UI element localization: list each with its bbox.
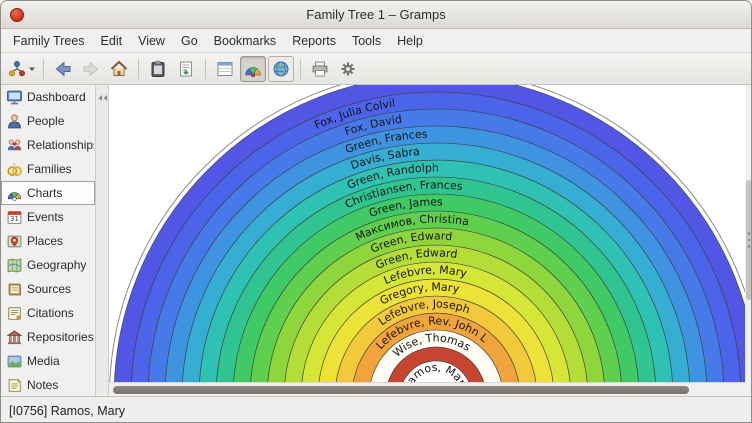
content-area: Dashboard People Relationships Families Char… bbox=[1, 85, 751, 396]
import-button[interactable] bbox=[173, 56, 199, 82]
gramps-window: Family Tree 1 – Gramps Family TreesEditV… bbox=[0, 0, 752, 423]
fan-chart-svg: Wise, ThomasLefebvre, Rev. John LLefebvr… bbox=[109, 85, 745, 382]
families-icon bbox=[6, 161, 23, 178]
menu-family-trees[interactable]: Family Trees bbox=[5, 29, 93, 52]
toolbar-separator bbox=[205, 59, 206, 79]
sidebar-item-families[interactable]: Families bbox=[1, 157, 95, 181]
sidebar-item-repositories[interactable]: Repositories bbox=[1, 325, 95, 349]
sidebar-item-label: Media bbox=[27, 354, 60, 368]
sidebar-item-geography[interactable]: Geography bbox=[1, 253, 95, 277]
sidebar-item-label: People bbox=[27, 114, 64, 128]
citations-icon bbox=[6, 305, 23, 322]
family-trees-button[interactable] bbox=[6, 56, 37, 82]
fan-chart-view: Wise, ThomasLefebvre, Rev. John LLefebvr… bbox=[109, 85, 745, 396]
geography-icon bbox=[6, 257, 23, 274]
vertical-scrollbar[interactable] bbox=[745, 85, 752, 396]
configure-button[interactable] bbox=[335, 56, 361, 82]
sidebar-item-relationships[interactable]: Relationships bbox=[1, 133, 95, 157]
sidebar-item-label: Families bbox=[27, 162, 72, 176]
sidebar-item-places[interactable]: Places bbox=[1, 229, 95, 253]
back-button[interactable] bbox=[50, 56, 76, 82]
sidebar-item-media[interactable]: Media bbox=[1, 349, 95, 373]
fan-chart-view-button[interactable] bbox=[240, 56, 266, 82]
menu-bookmarks[interactable]: Bookmarks bbox=[206, 29, 285, 52]
repositories-icon bbox=[6, 329, 23, 346]
toolbar-separator bbox=[138, 59, 139, 79]
globe-view-button[interactable] bbox=[268, 56, 294, 82]
sidebar-item-notes[interactable]: Notes bbox=[1, 373, 95, 396]
forward-icon bbox=[81, 59, 101, 79]
menu-edit[interactable]: Edit bbox=[93, 29, 131, 52]
sidebar-item-dashboard[interactable]: Dashboard bbox=[1, 85, 95, 109]
home-icon bbox=[109, 59, 129, 79]
sidebar-item-sources[interactable]: Sources bbox=[1, 277, 95, 301]
notes-icon bbox=[6, 377, 23, 394]
svg-text:31: 31 bbox=[10, 215, 19, 223]
sidebar-item-people[interactable]: People bbox=[1, 109, 95, 133]
menu-reports[interactable]: Reports bbox=[284, 29, 344, 52]
events-icon: 31 bbox=[6, 209, 23, 226]
clipboard-icon bbox=[148, 59, 168, 79]
menu-view[interactable]: View bbox=[130, 29, 173, 52]
globe-icon bbox=[271, 59, 291, 79]
list-view-button[interactable] bbox=[212, 56, 238, 82]
gear-icon bbox=[338, 59, 358, 79]
media-icon bbox=[6, 353, 23, 370]
print-button[interactable] bbox=[307, 56, 333, 82]
toolbar-separator bbox=[300, 59, 301, 79]
menubar: Family TreesEditViewGoBookmarksReportsTo… bbox=[1, 29, 751, 53]
places-icon bbox=[6, 233, 23, 250]
splitter-collapse-icon[interactable] bbox=[97, 89, 108, 107]
sidebar-splitter[interactable] bbox=[96, 85, 109, 396]
forward-button[interactable] bbox=[78, 56, 104, 82]
sidebar-item-events[interactable]: 31 Events bbox=[1, 205, 95, 229]
gramps-icon bbox=[7, 59, 27, 79]
sidebar-item-label: Charts bbox=[27, 186, 62, 200]
dashboard-icon bbox=[6, 89, 23, 106]
menu-tools[interactable]: Tools bbox=[344, 29, 389, 52]
print-icon bbox=[310, 59, 330, 79]
sidebar-item-label: Events bbox=[27, 210, 64, 224]
horizontal-scrollbar[interactable] bbox=[109, 382, 745, 396]
paste-icon bbox=[176, 59, 196, 79]
sidebar-item-label: Citations bbox=[27, 306, 74, 320]
window-title: Family Tree 1 – Gramps bbox=[306, 7, 445, 22]
sidebar-item-label: Notes bbox=[27, 378, 58, 392]
list-view-icon bbox=[215, 59, 235, 79]
caret-down-icon bbox=[28, 65, 36, 73]
sidebar-item-label: Sources bbox=[27, 282, 71, 296]
sidebar-item-label: Places bbox=[27, 234, 63, 248]
sources-icon bbox=[6, 281, 23, 298]
fan-chart-icon bbox=[243, 59, 263, 79]
horizontal-scrollbar-thumb[interactable] bbox=[113, 386, 689, 394]
menu-go[interactable]: Go bbox=[173, 29, 206, 52]
vertical-scrollbar-thumb[interactable] bbox=[746, 180, 752, 300]
back-icon bbox=[53, 59, 73, 79]
home-button[interactable] bbox=[106, 56, 132, 82]
clipboard-button[interactable] bbox=[145, 56, 171, 82]
charts-icon bbox=[6, 185, 23, 202]
toolbar-separator bbox=[43, 59, 44, 79]
sidebar-item-citations[interactable]: Citations bbox=[1, 301, 95, 325]
sidebar-item-label: Repositories bbox=[27, 330, 94, 344]
people-icon bbox=[6, 113, 23, 130]
sidebar-item-label: Geography bbox=[27, 258, 86, 272]
toolbar bbox=[1, 53, 751, 85]
fan-chart-canvas[interactable]: Wise, ThomasLefebvre, Rev. John LLefebvr… bbox=[109, 85, 745, 382]
relationships-icon bbox=[6, 137, 23, 154]
titlebar[interactable]: Family Tree 1 – Gramps bbox=[1, 1, 751, 29]
menu-help[interactable]: Help bbox=[389, 29, 431, 52]
window-close-button[interactable] bbox=[10, 8, 24, 22]
status-text: [I0756] Ramos, Mary bbox=[9, 404, 125, 418]
sidebar-item-charts[interactable]: Charts bbox=[1, 181, 95, 205]
sidebar: Dashboard People Relationships Families Char… bbox=[1, 85, 96, 396]
sidebar-item-label: Dashboard bbox=[27, 90, 86, 104]
sidebar-item-label: Relationships bbox=[27, 138, 94, 152]
statusbar: [I0756] Ramos, Mary bbox=[1, 396, 751, 423]
